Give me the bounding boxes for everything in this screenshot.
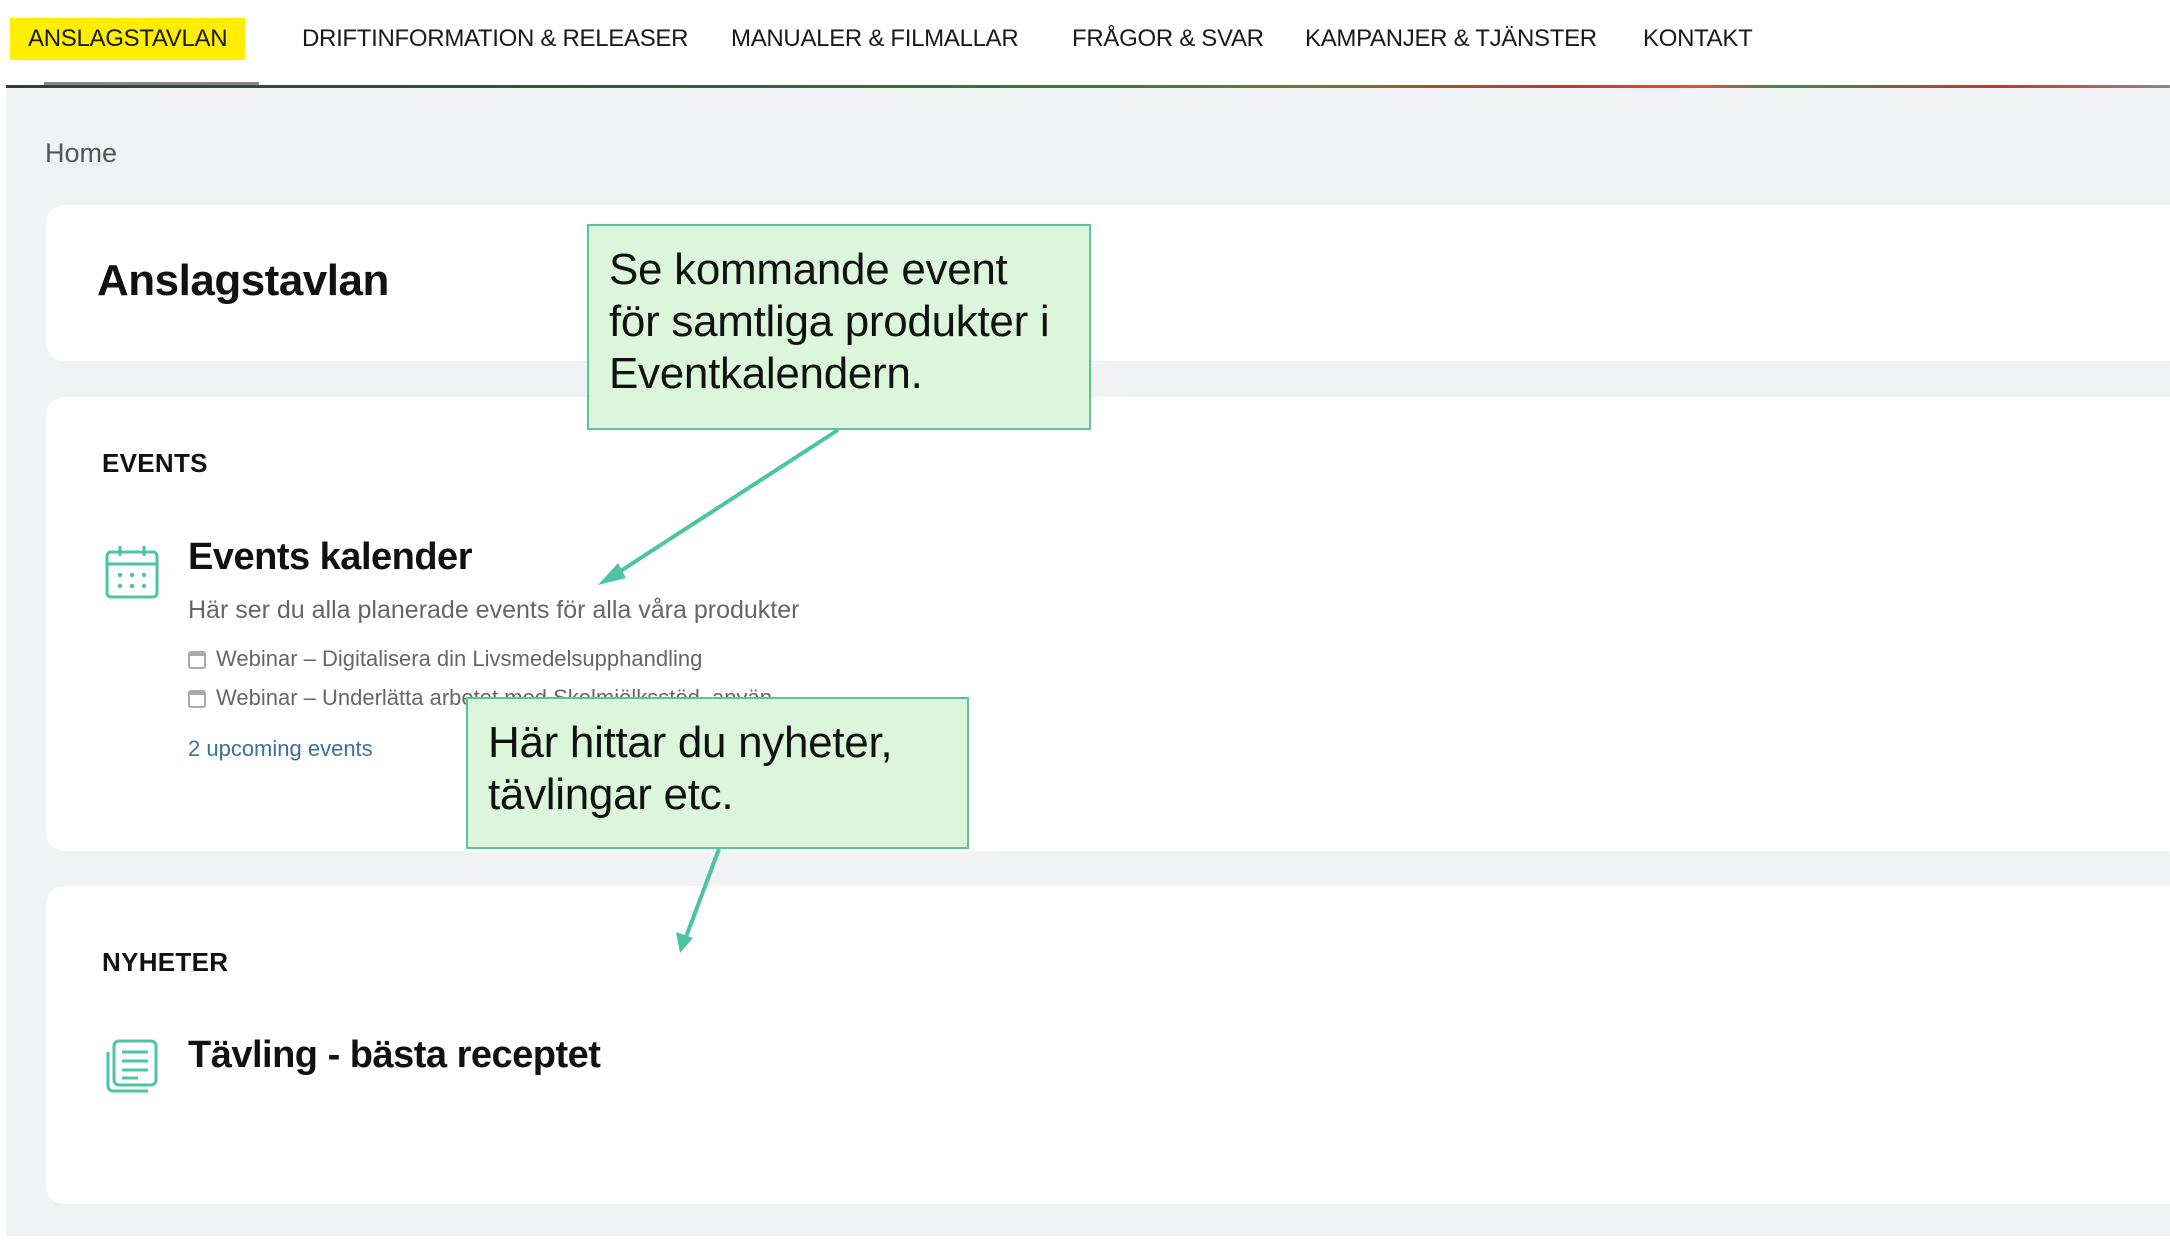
annotation-arrows	[598, 428, 840, 953]
arrow-to-events	[598, 428, 840, 585]
arrow-to-news	[676, 848, 721, 953]
